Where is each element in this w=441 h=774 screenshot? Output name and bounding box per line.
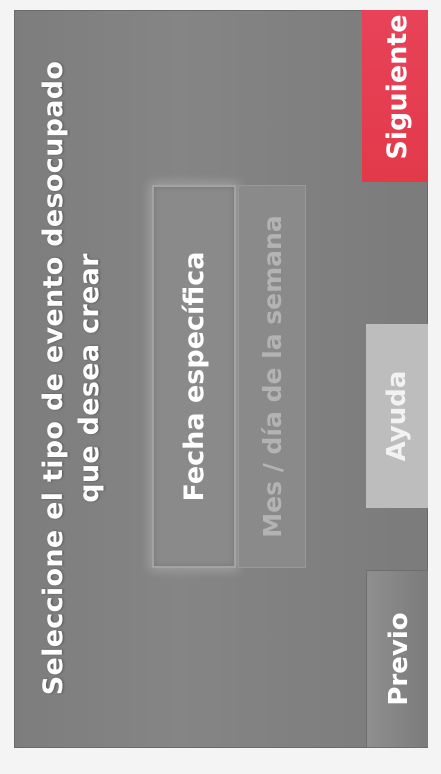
previous-button[interactable]: Previo <box>366 570 428 748</box>
help-button[interactable]: Ayuda <box>366 324 428 508</box>
rotated-content: Seleccione el tipo de evento desocupado … <box>14 10 428 748</box>
month-weekday-option-button[interactable]: Mes / día de la semana <box>238 185 306 568</box>
next-button[interactable]: Siguiente <box>362 10 428 182</box>
thermostat-screen: Seleccione el tipo de evento desocupado … <box>14 10 428 748</box>
page-title: Seleccione el tipo de evento desocupado … <box>38 60 105 696</box>
specific-date-option-button[interactable]: Fecha específica <box>152 185 236 568</box>
